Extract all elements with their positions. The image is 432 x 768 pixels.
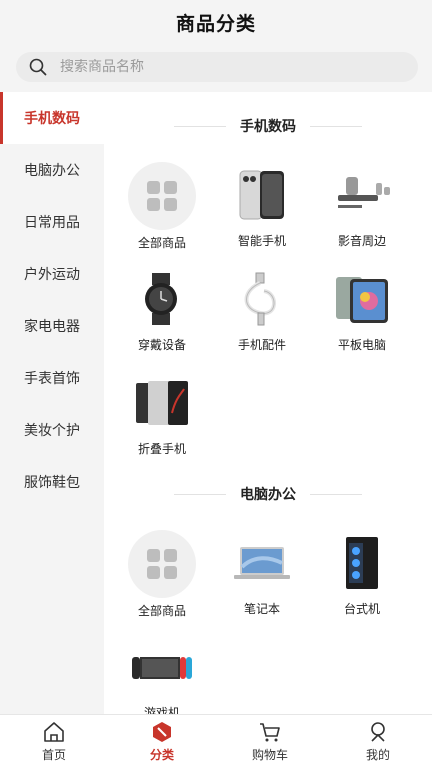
- smartwatch-icon: [129, 266, 195, 332]
- speaker-icon: [329, 162, 395, 228]
- tile-label: 穿戴设备: [137, 338, 186, 352]
- smartphone-icon: [229, 162, 295, 228]
- search-area: [0, 44, 432, 92]
- tab-label: 首页: [41, 748, 66, 762]
- tab-label: 我的: [365, 748, 390, 762]
- section-title-text: 手机数码: [240, 119, 296, 135]
- category-tile[interactable]: 全部商品: [112, 530, 212, 619]
- header: 商品分类: [0, 0, 432, 44]
- category-tile[interactable]: 游戏机: [112, 634, 212, 714]
- section-title: 手机数码: [104, 116, 432, 136]
- sidebar-item-phones-digital[interactable]: 手机数码: [0, 92, 104, 144]
- page-title: 商品分类: [175, 12, 256, 35]
- tile-label: 台式机: [343, 602, 380, 616]
- cart-icon: [258, 720, 282, 744]
- tab-home[interactable]: 首页: [0, 715, 108, 768]
- category-tile[interactable]: 手机配件: [212, 266, 312, 353]
- divider: [310, 125, 362, 127]
- category-tile[interactable]: 台式机: [312, 530, 412, 617]
- app-root: 商品分类 手机数码 电脑办公 日常用品 户外运动 家电电器 手表首饰 美妆个护 …: [0, 0, 432, 768]
- laptop-icon: [229, 530, 295, 596]
- tablet-icon: [329, 266, 395, 332]
- section-title-text: 电脑办公: [240, 487, 296, 503]
- tile-label: 全部商品: [137, 236, 186, 250]
- sidebar-item-apparel-bags[interactable]: 服饰鞋包: [0, 456, 104, 508]
- sidebar-item-beauty-care[interactable]: 美妆个护: [0, 404, 104, 456]
- search-bar[interactable]: [16, 52, 418, 82]
- divider: [174, 125, 226, 127]
- grid-icon: [128, 530, 196, 598]
- profile-icon: [366, 720, 390, 744]
- home-icon: [42, 720, 66, 744]
- bottom-tabbar: 首页 分类 购物车 我的: [0, 714, 432, 768]
- category-tile[interactable]: 全部商品: [112, 162, 212, 251]
- category-tile[interactable]: 折叠手机: [112, 370, 212, 457]
- tile-label: 游戏机: [143, 706, 180, 714]
- tile-label: 智能手机: [237, 234, 286, 248]
- tile-label: 笔记本: [243, 602, 280, 616]
- sidebar-item-watches-jewelry[interactable]: 手表首饰: [0, 352, 104, 404]
- category-content: 手机数码 全部商品 智能手机 影音周边 穿戴设备 手机配件 平板电脑 折叠手机 …: [104, 92, 432, 714]
- category-tile[interactable]: 影音周边: [312, 162, 412, 249]
- tile-label: 折叠手机: [137, 442, 186, 456]
- divider: [310, 493, 362, 495]
- tab-profile[interactable]: 我的: [324, 715, 432, 768]
- category-tile[interactable]: 穿戴设备: [112, 266, 212, 353]
- cable-icon: [229, 266, 295, 332]
- tab-label: 分类: [149, 748, 174, 762]
- grid-icon: [128, 162, 196, 230]
- tile-label: 平板电脑: [337, 338, 386, 352]
- category-icon: [150, 720, 174, 744]
- tab-label: 购物车: [251, 748, 288, 762]
- section-title: 电脑办公: [104, 484, 432, 504]
- category-tile[interactable]: 平板电脑: [312, 266, 412, 353]
- sidebar-item-daily-goods[interactable]: 日常用品: [0, 196, 104, 248]
- foldable-phone-icon: [129, 370, 195, 436]
- sidebar-item-home-appliances[interactable]: 家电电器: [0, 300, 104, 352]
- desktop-tower-icon: [329, 530, 395, 596]
- sidebar-item-outdoor-sports[interactable]: 户外运动: [0, 248, 104, 300]
- tile-label: 影音周边: [337, 234, 386, 248]
- tile-label: 全部商品: [137, 604, 186, 618]
- tab-cart[interactable]: 购物车: [216, 715, 324, 768]
- tab-category[interactable]: 分类: [108, 715, 216, 768]
- game-console-icon: [129, 634, 195, 700]
- tile-label: 手机配件: [237, 338, 286, 352]
- divider: [174, 493, 226, 495]
- sidebar-item-computers-office[interactable]: 电脑办公: [0, 144, 104, 196]
- category-tile[interactable]: 智能手机: [212, 162, 312, 249]
- category-tile[interactable]: 笔记本: [212, 530, 312, 617]
- search-input[interactable]: [60, 59, 380, 75]
- category-sidebar: 手机数码 电脑办公 日常用品 户外运动 家电电器 手表首饰 美妆个护 服饰鞋包: [0, 92, 104, 714]
- search-icon: [28, 57, 48, 77]
